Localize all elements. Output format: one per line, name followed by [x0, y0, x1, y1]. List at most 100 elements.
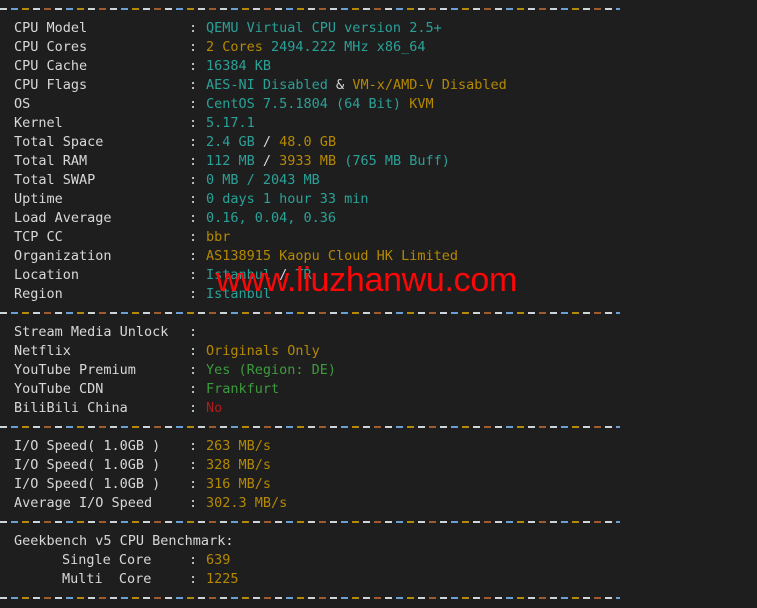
row-value: bbr [206, 229, 231, 245]
row-value: 112 MB [206, 153, 263, 169]
row-colon: : [189, 343, 198, 359]
row-label: Total RAM [14, 153, 88, 169]
row-label: CPU Model [14, 20, 88, 36]
row-value: TR [295, 267, 312, 283]
output-row: CPU Flags: AES-NI Disabled & VM-x/AMD-V D… [0, 76, 757, 95]
section-separator-3 [0, 513, 620, 532]
row-colon: : [189, 362, 198, 378]
row-value: / [262, 153, 280, 169]
output-row: I/O Speed( 1.0GB ):316 MB/s [0, 475, 757, 494]
output-row: Total SWAP:0 MB / 2043 MB [0, 171, 757, 190]
output-row: Stream Media Unlock: [0, 323, 757, 342]
row-label: Average I/O Speed [14, 495, 153, 511]
row-colon: : [189, 571, 198, 587]
row-label: Uptime [14, 191, 63, 207]
row-colon: : [189, 115, 198, 131]
terminal-window: CPU Model: QEMU Virtual CPU version 2.5+ C… [0, 0, 757, 600]
row-value: & [327, 77, 353, 93]
row-label: CPU Cache [14, 58, 88, 74]
row-colon: : [189, 153, 198, 169]
row-colon: : [189, 248, 198, 264]
row-label: Total SWAP [14, 172, 96, 188]
row-value: / [279, 267, 296, 283]
row-value: 0 MB / 2043 MB [206, 172, 320, 188]
row-colon: : [189, 381, 198, 397]
row-label: YouTube Premium [14, 362, 136, 378]
output-row: CPU Model: QEMU Virtual CPU version 2.5+ [0, 19, 757, 38]
output-row: Single Core:639 [0, 551, 757, 570]
row-label: OS [14, 96, 31, 112]
row-value: Originals Only [206, 343, 320, 359]
row-value: AS138915 Kaopu Cloud HK Limited [206, 248, 458, 264]
output-row: YouTube CDN: Frankfurt [0, 380, 757, 399]
row-colon: : [189, 457, 198, 473]
row-label: Organization [14, 248, 112, 264]
output-row: Uptime:0 days 1 hour 33 min [0, 190, 757, 209]
row-value: 328 MB/s [206, 457, 272, 473]
output-row: CPU Cache:16384 KB [0, 57, 757, 76]
row-colon: : [189, 229, 198, 245]
terminal-output: CPU Model: QEMU Virtual CPU version 2.5+ C… [0, 0, 757, 608]
row-colon: : [189, 400, 198, 416]
row-label: Total Space [14, 134, 104, 150]
output-row: YouTube Premium: Yes (Region: DE) [0, 361, 757, 380]
row-colon: : [189, 39, 198, 55]
section-separator-1 [0, 304, 620, 323]
row-colon: : [189, 58, 198, 74]
row-value: Istanbul [206, 267, 280, 283]
section-heading: Geekbench v5 CPU Benchmark: [14, 533, 234, 549]
row-colon: : [189, 286, 198, 302]
row-colon: : [189, 172, 198, 188]
row-label: Load Average [14, 210, 112, 226]
row-label: Netflix [14, 343, 71, 359]
output-row: Kernel:5.17.1 [0, 114, 757, 133]
row-label: I/O Speed( 1.0GB ) [14, 457, 161, 473]
row-value: Istanbul [206, 286, 272, 302]
row-colon: : [189, 77, 198, 93]
row-label: YouTube CDN [14, 381, 104, 397]
row-colon: : [189, 267, 198, 283]
row-label: Stream Media Unlock [14, 324, 169, 340]
row-label: I/O Speed( 1.0GB ) [14, 476, 161, 492]
row-value: KVM [409, 96, 434, 112]
row-value: 2 Cores [206, 39, 263, 55]
row-value: 263 MB/s [206, 438, 272, 454]
output-row: I/O Speed( 1.0GB ):328 MB/s [0, 456, 757, 475]
row-value: (765 MB Buff) [344, 153, 450, 169]
row-label: Multi Core [62, 571, 152, 587]
output-row: TCP CC: bbr [0, 228, 757, 247]
row-colon: : [189, 20, 198, 36]
output-row: Location: Istanbul / TR [0, 266, 757, 285]
row-value: 48.0 GB [279, 134, 337, 150]
output-row: Organization: AS138915 Kaopu Cloud HK Lim… [0, 247, 757, 266]
row-value: 0.16, 0.04, 0.36 [206, 210, 337, 226]
output-row: OS: CentOS 7.5.1804 (64 Bit) KVM [0, 95, 757, 114]
row-colon: : [189, 191, 198, 207]
section-separator-4 [0, 589, 620, 608]
row-value: / [262, 134, 280, 150]
row-colon: : [189, 495, 198, 511]
row-label: Single Core [62, 552, 152, 568]
row-colon: : [189, 210, 198, 226]
row-value: Yes (Region: DE) [206, 362, 337, 378]
row-value: 0 days 1 hour 33 min [206, 191, 369, 207]
row-value: 2.4 GB [206, 134, 263, 150]
row-value: 1225 [206, 571, 239, 587]
row-label: TCP CC [14, 229, 63, 245]
row-value: CentOS 7.5.1804 (64 Bit) [206, 96, 410, 112]
row-value: 16384 KB [206, 58, 272, 74]
row-value: VM-x/AMD-V Disabled [352, 77, 507, 93]
row-colon: : [189, 438, 198, 454]
output-row: Load Average:0.16, 0.04, 0.36 [0, 209, 757, 228]
section-separator-2 [0, 418, 620, 437]
row-value: AES-NI Disabled [206, 77, 328, 93]
row-colon: : [189, 552, 198, 568]
row-value: 302.3 MB/s [206, 495, 288, 511]
row-label: I/O Speed( 1.0GB ) [14, 438, 161, 454]
row-value: QEMU Virtual CPU version 2.5+ [206, 20, 442, 36]
output-row: Multi Core:1225 [0, 570, 757, 589]
output-row: CPU Cores:2 Cores 2494.222 MHz x86_64 [0, 38, 757, 57]
row-colon: : [189, 134, 198, 150]
row-label: Region [14, 286, 63, 302]
row-label: BiliBili China [14, 400, 128, 416]
